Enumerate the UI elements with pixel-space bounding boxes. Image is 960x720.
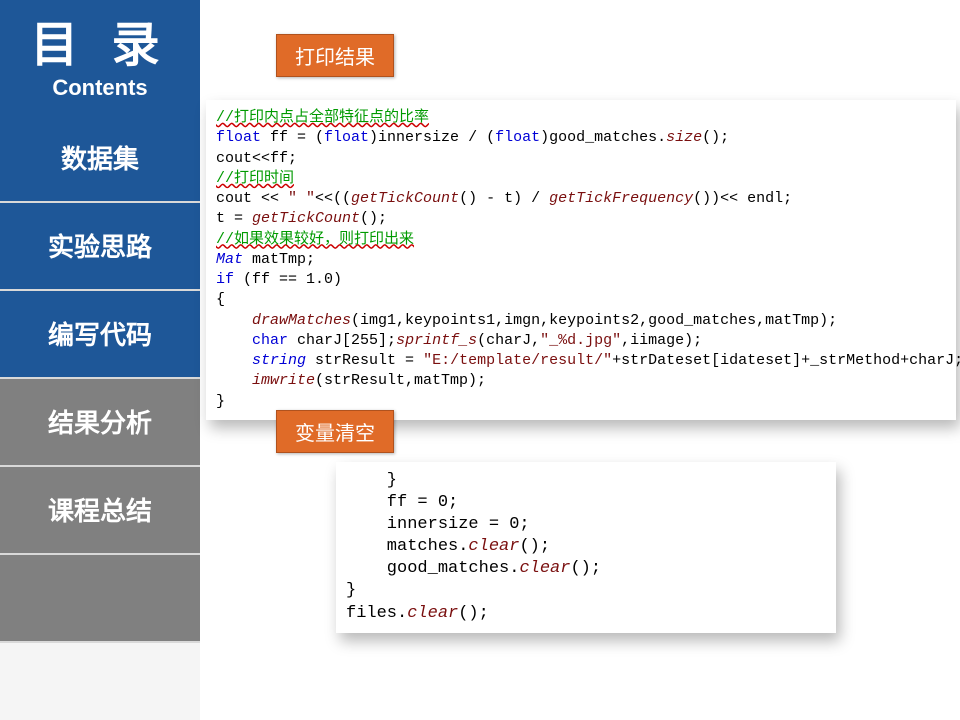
sidebar-subtitle: Contents [0, 75, 200, 101]
sidebar-item-label: 课程总结 [48, 491, 152, 528]
sidebar-item-label: 实验思路 [48, 227, 152, 264]
sidebar-spacer [0, 555, 200, 643]
sidebar-title: 目 录 [0, 20, 200, 73]
sidebar-item-label: 编写代码 [48, 315, 152, 352]
sidebar-item-label: 数据集 [61, 139, 139, 176]
badge-clear-vars: 变量清空 [276, 410, 394, 453]
sidebar-item-code[interactable]: 编写代码 [0, 291, 200, 379]
code-block-print: //打印内点占全部特征点的比率 float ff = (float)inners… [206, 100, 956, 420]
sidebar-item-dataset[interactable]: 数据集 [0, 115, 200, 203]
code-block-clear: } ff = 0; innersize = 0; matches.clear()… [336, 462, 836, 633]
sidebar-item-analysis[interactable]: 结果分析 [0, 379, 200, 467]
sidebar-header: 目 录 Contents [0, 0, 200, 115]
main-area: 打印结果 //打印内点占全部特征点的比率 float ff = (float)i… [200, 0, 960, 720]
badge-print-result: 打印结果 [276, 34, 394, 77]
sidebar-item-method[interactable]: 实验思路 [0, 203, 200, 291]
sidebar-item-summary[interactable]: 课程总结 [0, 467, 200, 555]
sidebar-item-label: 结果分析 [48, 403, 152, 440]
sidebar: 目 录 Contents 数据集 实验思路 编写代码 结果分析 课程总结 [0, 0, 200, 720]
